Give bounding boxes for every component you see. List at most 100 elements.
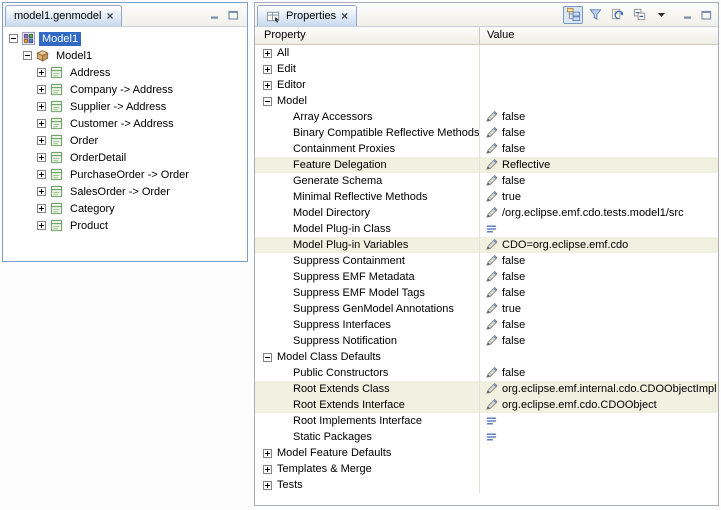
property-row[interactable]: Root Extends Interfaceorg.eclipse.emf.cd… bbox=[255, 397, 718, 413]
property-value-cell[interactable]: org.eclipse.emf.cdo.CDOObject bbox=[480, 397, 718, 413]
tree-item-label[interactable]: SalesOrder -> Order bbox=[67, 185, 173, 199]
property-row[interactable]: Public Constructorsfalse bbox=[255, 365, 718, 381]
properties-maximize-button[interactable] bbox=[699, 8, 714, 21]
restore-default-value-button[interactable] bbox=[607, 6, 627, 24]
tree-item[interactable]: Customer -> Address bbox=[3, 115, 247, 132]
property-row[interactable]: Generate Schemafalse bbox=[255, 173, 718, 189]
tree-item-label[interactable]: Order bbox=[67, 134, 101, 148]
tree-item-label[interactable]: Company -> Address bbox=[67, 83, 176, 97]
expand-icon[interactable] bbox=[263, 81, 272, 90]
tree-item[interactable]: Supplier -> Address bbox=[3, 98, 247, 115]
property-row[interactable]: Static Packages bbox=[255, 429, 718, 445]
expand-icon[interactable] bbox=[37, 153, 46, 162]
tree-item-label[interactable]: Model1 bbox=[39, 32, 81, 46]
expand-icon[interactable] bbox=[37, 187, 46, 196]
tree-item[interactable]: Product bbox=[3, 217, 247, 234]
close-icon[interactable]: × bbox=[341, 11, 348, 21]
property-row[interactable]: Root Extends Classorg.eclipse.emf.intern… bbox=[255, 381, 718, 397]
property-value-cell[interactable]: /org.eclipse.emf.cdo.tests.model1/src bbox=[480, 205, 718, 221]
property-row[interactable]: Suppress EMF Metadatafalse bbox=[255, 269, 718, 285]
property-category-row[interactable]: Editor bbox=[255, 77, 718, 93]
tree-item[interactable]: Model1 bbox=[3, 47, 247, 64]
property-row[interactable]: Binary Compatible Reflective Methodsfals… bbox=[255, 125, 718, 141]
expand-icon[interactable] bbox=[263, 449, 272, 458]
expand-icon[interactable] bbox=[263, 465, 272, 474]
property-value-cell[interactable]: org.eclipse.emf.internal.cdo.CDOObjectIm… bbox=[480, 381, 718, 397]
tree-item-label[interactable]: Address bbox=[67, 66, 113, 80]
expand-icon[interactable] bbox=[263, 49, 272, 58]
expand-icon[interactable] bbox=[37, 221, 46, 230]
property-row[interactable]: Model Plug-in Class bbox=[255, 221, 718, 237]
show-categories-button[interactable] bbox=[563, 6, 583, 24]
property-row[interactable]: Model Directory/org.eclipse.emf.cdo.test… bbox=[255, 205, 718, 221]
collapse-icon[interactable] bbox=[9, 34, 18, 43]
expand-icon[interactable] bbox=[37, 85, 46, 94]
view-menu-button[interactable] bbox=[651, 6, 671, 24]
tree-item[interactable]: Address bbox=[3, 64, 247, 81]
tab-properties[interactable]: Properties × bbox=[257, 5, 357, 26]
property-row[interactable]: Suppress Interfacesfalse bbox=[255, 317, 718, 333]
editor-maximize-button[interactable] bbox=[226, 8, 241, 21]
tree-item[interactable]: PurchaseOrder -> Order bbox=[3, 166, 247, 183]
property-category-row[interactable]: All bbox=[255, 45, 718, 61]
expand-icon[interactable] bbox=[37, 170, 46, 179]
property-value-cell[interactable]: false bbox=[480, 125, 718, 141]
show-advanced-properties-button[interactable] bbox=[585, 6, 605, 24]
property-row[interactable]: Suppress Containmentfalse bbox=[255, 253, 718, 269]
collapse-icon[interactable] bbox=[263, 353, 272, 362]
tree-item[interactable]: Model1 bbox=[3, 30, 247, 47]
property-value-cell[interactable]: false bbox=[480, 141, 718, 157]
tree-item-label[interactable]: Supplier -> Address bbox=[67, 100, 169, 114]
tree-item-label[interactable]: OrderDetail bbox=[67, 151, 129, 165]
property-value-cell[interactable]: false bbox=[480, 109, 718, 125]
property-category-row[interactable]: Model bbox=[255, 93, 718, 109]
expand-icon[interactable] bbox=[37, 68, 46, 77]
property-value-cell[interactable]: true bbox=[480, 189, 718, 205]
property-row[interactable]: Suppress Notificationfalse bbox=[255, 333, 718, 349]
property-value-cell[interactable]: CDO=org.eclipse.emf.cdo bbox=[480, 237, 718, 253]
properties-minimize-button[interactable] bbox=[681, 8, 696, 21]
property-row[interactable]: Suppress GenModel Annotationstrue bbox=[255, 301, 718, 317]
tree-item-label[interactable]: PurchaseOrder -> Order bbox=[67, 168, 192, 182]
property-row[interactable]: Root Implements Interface bbox=[255, 413, 718, 429]
expand-icon[interactable] bbox=[263, 65, 272, 74]
close-icon[interactable]: × bbox=[106, 11, 113, 21]
property-category-row[interactable]: Templates & Merge bbox=[255, 461, 718, 477]
tree-item-label[interactable]: Category bbox=[67, 202, 118, 216]
tree-item-label[interactable]: Product bbox=[67, 219, 111, 233]
property-row[interactable]: Minimal Reflective Methodstrue bbox=[255, 189, 718, 205]
property-value-cell[interactable]: false bbox=[480, 253, 718, 269]
property-value-cell[interactable]: false bbox=[480, 269, 718, 285]
property-category-row[interactable]: Model Feature Defaults bbox=[255, 445, 718, 461]
property-category-row[interactable]: Edit bbox=[255, 61, 718, 77]
property-value-cell[interactable]: Reflective bbox=[480, 157, 718, 173]
expand-icon[interactable] bbox=[37, 119, 46, 128]
property-row[interactable]: Suppress EMF Model Tagsfalse bbox=[255, 285, 718, 301]
property-category-row[interactable]: Model Class Defaults bbox=[255, 349, 718, 365]
tree-item-label[interactable]: Customer -> Address bbox=[67, 117, 177, 131]
property-value-cell[interactable] bbox=[480, 429, 718, 445]
expand-icon[interactable] bbox=[37, 102, 46, 111]
property-value-cell[interactable] bbox=[480, 413, 718, 429]
tree-item[interactable]: Order bbox=[3, 132, 247, 149]
property-value-cell[interactable]: false bbox=[480, 317, 718, 333]
property-row[interactable]: Feature DelegationReflective bbox=[255, 157, 718, 173]
property-value-cell[interactable]: true bbox=[480, 301, 718, 317]
tree-item[interactable]: Category bbox=[3, 200, 247, 217]
tree-item[interactable]: OrderDetail bbox=[3, 149, 247, 166]
collapse-all-button[interactable] bbox=[629, 6, 649, 24]
editor-tab-model1-genmodel[interactable]: model1.genmodel × bbox=[5, 5, 122, 26]
collapse-icon[interactable] bbox=[23, 51, 32, 60]
property-row[interactable]: Array Accessorsfalse bbox=[255, 109, 718, 125]
property-category-row[interactable]: Tests bbox=[255, 477, 718, 493]
property-value-cell[interactable]: false bbox=[480, 173, 718, 189]
property-row[interactable]: Model Plug-in VariablesCDO=org.eclipse.e… bbox=[255, 237, 718, 253]
tree-item[interactable]: Company -> Address bbox=[3, 81, 247, 98]
expand-icon[interactable] bbox=[37, 136, 46, 145]
property-value-cell[interactable] bbox=[480, 221, 718, 237]
expand-icon[interactable] bbox=[263, 481, 272, 490]
collapse-icon[interactable] bbox=[263, 97, 272, 106]
property-value-cell[interactable]: false bbox=[480, 333, 718, 349]
property-row[interactable]: Containment Proxiesfalse bbox=[255, 141, 718, 157]
editor-minimize-button[interactable] bbox=[208, 8, 223, 21]
